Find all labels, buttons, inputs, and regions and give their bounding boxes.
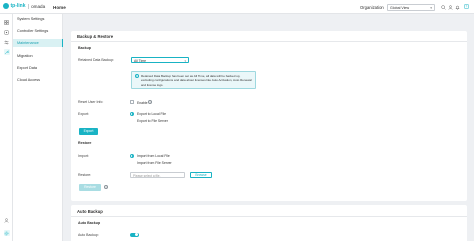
organization-select[interactable]: Global View ▾ [387,3,435,11]
bell-icon[interactable] [454,4,460,10]
info-icon[interactable]: i [104,185,109,190]
gear-icon[interactable] [3,230,10,236]
backup-heading: Backup [78,46,91,50]
tools-icon[interactable] [3,49,10,55]
card-divider [71,216,467,217]
retained-data-info-text: Retained Data Backup has been set as All… [141,74,252,87]
chevron-down-icon: ▾ [184,59,186,63]
restore-heading: Restore [78,141,92,145]
restore-label: Restore: [78,173,92,177]
retained-data-info-box: i Retained Data Backup has been set as A… [131,71,256,89]
logo-divider [28,3,29,9]
sidebar-item-export-data[interactable]: Export Data [13,64,63,72]
sidebar-item-migration[interactable]: Migration [13,52,63,60]
organization-select-value: Global View [390,5,410,10]
dashboard-icon[interactable] [4,19,10,25]
sidebar-item-cloud-access[interactable]: Cloud Access [13,76,63,84]
reset-user-info-checkbox[interactable] [130,100,134,104]
logo-brand: tp-link [10,3,26,9]
sidebar-item-maintenance[interactable]: Maintenance [13,39,63,47]
svg-text:?: ? [465,5,467,9]
tplink-logo-icon [3,3,9,9]
help-icon[interactable]: ? [463,4,469,10]
search-icon[interactable] [440,4,446,10]
auto-backup-toggle[interactable] [130,232,139,237]
auto-backup-title: Auto Backup [77,209,103,214]
user-icon[interactable] [4,217,10,223]
sidebar-item-system-settings[interactable]: System Settings [13,15,63,23]
chevron-down-icon: ▾ [430,6,432,10]
browse-button[interactable]: Browse [190,172,212,178]
export-local-option: Export to Local File [137,112,167,116]
info-icon: i [134,74,139,78]
export-button[interactable]: Export [79,128,98,135]
auto-backup-label: Auto Backup: [78,233,99,237]
retained-data-backup-value: All Time [134,59,147,63]
top-bar: tp-link omada Home Organization Global V… [0,0,474,14]
sidebar: System Settings Controller Settings Main… [13,14,63,241]
icon-rail [0,14,13,241]
import-server-option[interactable]: Import from File Server [137,161,172,165]
logo-product: omada [31,3,46,9]
devices-icon[interactable] [4,29,10,35]
export-label: Export: [78,112,90,116]
export-server-option[interactable]: Export to File Server [137,119,168,123]
retained-data-backup-select[interactable]: All Time ▾ [131,57,189,63]
logo[interactable]: tp-link omada [3,3,45,9]
import-local-option: Import from Local File [137,154,170,158]
restore-file-placeholder: Please select a file. [133,174,161,178]
auto-backup-card: Auto Backup Auto Backup Auto Backup: [71,205,467,241]
reset-user-info-label: Reset User Info: [78,100,104,104]
settings-icon[interactable] [4,39,10,45]
sidebar-item-controller-settings[interactable]: Controller Settings [13,27,63,35]
user-icon[interactable] [447,4,453,10]
organization-label: Organization [360,4,384,10]
import-local-radio[interactable] [130,153,134,158]
restore-button[interactable]: Restore [79,184,101,191]
reset-user-info-option: Enable [137,100,148,105]
restore-file-input[interactable]: Please select a file. [130,172,185,178]
import-label: Import: [78,154,89,158]
auto-backup-heading: Auto Backup [78,221,101,225]
info-icon[interactable]: i [148,100,153,105]
page-title: Home [53,4,66,10]
backup-restore-card: Backup & Restore Backup Retained Data Ba… [71,31,467,201]
export-local-radio[interactable] [130,111,134,116]
retained-data-backup-label: Retained Data Backup: [78,58,114,62]
card-divider [71,41,467,42]
backup-restore-title: Backup & Restore [77,34,114,39]
